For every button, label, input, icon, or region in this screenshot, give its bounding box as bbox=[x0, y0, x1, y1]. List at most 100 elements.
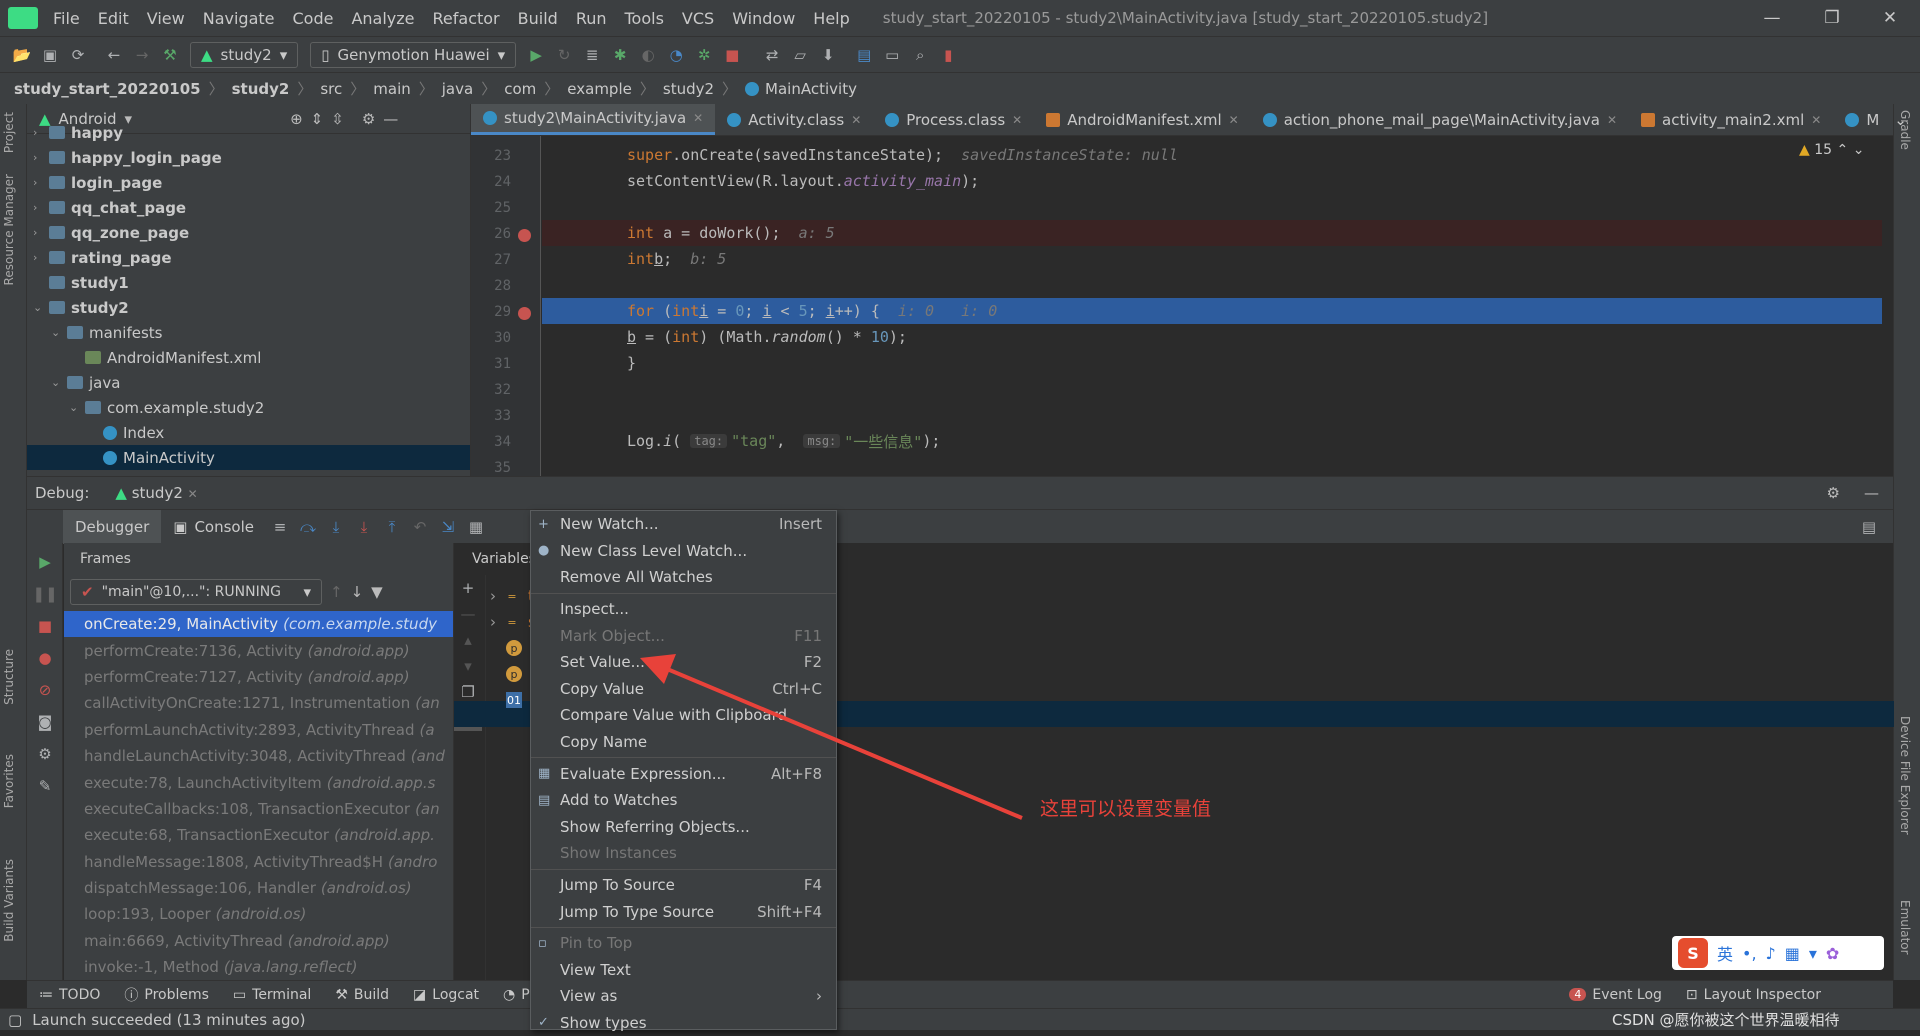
menu-item-inspect[interactable]: Inspect... bbox=[531, 596, 836, 623]
breakpoint-icon[interactable] bbox=[518, 229, 531, 242]
menu-run[interactable]: Run bbox=[567, 9, 616, 28]
stack-frame[interactable]: handleMessage:1808, ActivityThread$H (and… bbox=[64, 849, 453, 875]
chevron-right-icon[interactable]: › bbox=[33, 151, 49, 164]
list-icon[interactable]: ≡ bbox=[266, 514, 294, 540]
gear-icon[interactable]: ⚙ bbox=[362, 110, 375, 128]
tree-node[interactable]: › login_page bbox=[27, 170, 470, 195]
collapse-all-icon[interactable]: ⇳ bbox=[331, 110, 344, 128]
breadcrumb-item[interactable]: java bbox=[442, 80, 473, 98]
move-up-icon[interactable]: ▴ bbox=[454, 627, 482, 653]
chevron-down-icon[interactable]: ⌄ bbox=[1894, 111, 1907, 129]
breadcrumb-item[interactable]: study2 bbox=[663, 80, 714, 98]
chevron-down-icon[interactable]: ⌄ bbox=[51, 326, 67, 339]
breadcrumb-item[interactable]: example bbox=[567, 80, 632, 98]
search-icon[interactable]: ⌕ bbox=[906, 42, 934, 68]
ime-lang[interactable]: 英 bbox=[1717, 941, 1733, 965]
menu-item-remove-all-watches[interactable]: Remove All Watches bbox=[531, 564, 836, 591]
layout-icon[interactable]: ▤ bbox=[1855, 514, 1883, 540]
stack-frame[interactable]: performCreate:7136, Activity (android.app… bbox=[64, 637, 453, 663]
tree-node[interactable]: ⌄ manifests bbox=[27, 320, 470, 345]
tree-node[interactable]: MainActivity bbox=[27, 445, 470, 470]
tree-node[interactable]: study1 bbox=[27, 270, 470, 295]
move-down-icon[interactable]: ▾ bbox=[454, 653, 482, 679]
bottom-tab[interactable]: ▭ Terminal bbox=[221, 987, 323, 1003]
layout-inspector-tab[interactable]: ⊡ Layout Inspector bbox=[1674, 987, 1833, 1003]
save-icon[interactable]: ▣ bbox=[36, 42, 64, 68]
tree-node[interactable]: › rating_page bbox=[27, 245, 470, 270]
menu-item-view-text[interactable]: View Text bbox=[531, 957, 836, 984]
event-log-tab[interactable]: 4 Event Log bbox=[1557, 987, 1674, 1003]
tree-node[interactable]: › qq_zone_page bbox=[27, 220, 470, 245]
mute-breakpoints-icon[interactable]: ⊘ bbox=[31, 677, 59, 703]
breadcrumb-item[interactable]: study2 bbox=[232, 80, 290, 98]
sync-icon[interactable]: ⟳ bbox=[64, 42, 92, 68]
stack-frame[interactable]: dispatchMessage:106, Handler (android.os) bbox=[64, 875, 453, 901]
menu-item-show-referring-objects[interactable]: Show Referring Objects... bbox=[531, 814, 836, 841]
menu-item-jump-to-type-source[interactable]: Jump To Type Source Shift+F4 bbox=[531, 898, 836, 925]
thread-select[interactable]: ✔ "main"@10,...": RUNNING ▾ bbox=[70, 579, 322, 605]
bottom-tab[interactable]: ≔ TODO bbox=[27, 987, 112, 1003]
menu-item-set-value[interactable]: Set Value... F2 bbox=[531, 649, 836, 676]
chevron-down-icon[interactable]: ▾ bbox=[125, 110, 133, 128]
stack-frame[interactable]: loop:193, Looper (android.os) bbox=[64, 901, 453, 927]
chevron-right-icon[interactable]: › bbox=[33, 176, 49, 189]
open-folder-icon[interactable]: 📂 bbox=[8, 42, 36, 68]
close-icon[interactable]: ✕ bbox=[693, 111, 703, 125]
chevron-right-icon[interactable]: › bbox=[33, 226, 49, 239]
chevron-right-icon[interactable]: › bbox=[490, 587, 496, 605]
close-icon[interactable]: ✕ bbox=[1229, 113, 1239, 127]
gear-icon[interactable]: ⚙ bbox=[1827, 484, 1840, 502]
force-step-into-icon[interactable]: ⤓ bbox=[350, 514, 378, 540]
locate-icon[interactable]: ⊕ bbox=[290, 110, 303, 128]
restore-icon[interactable]: ❐ bbox=[1804, 0, 1860, 36]
menu-item-evaluate-expression[interactable]: ▦ Evaluate Expression... Alt+F8 bbox=[531, 760, 836, 787]
run-config-select[interactable]: ▲ study2 ▾ bbox=[190, 41, 299, 68]
bottom-tab[interactable]: ⓘ Problems bbox=[112, 985, 221, 1005]
chevron-right-icon[interactable]: › bbox=[33, 251, 49, 264]
step-into-icon[interactable]: ⤓ bbox=[322, 514, 350, 540]
stack-frame[interactable]: performLaunchActivity:2893, ActivityThre… bbox=[64, 717, 453, 743]
filter-icon[interactable]: ▼ bbox=[371, 583, 383, 601]
stack-frame[interactable]: performCreate:7127, Activity (android.app… bbox=[64, 664, 453, 690]
drop-frame-icon[interactable]: ↶ bbox=[406, 514, 434, 540]
microphone-icon[interactable]: ♪ bbox=[1766, 944, 1776, 963]
menu-item-compare-value-with-clipboard[interactable]: Compare Value with Clipboard bbox=[531, 702, 836, 729]
chevron-right-icon[interactable]: › bbox=[33, 201, 49, 214]
close-icon[interactable]: ✕ bbox=[1811, 113, 1821, 127]
hide-icon[interactable]: — bbox=[1864, 484, 1879, 502]
stack-frame[interactable]: handleLaunchActivity:3048, ActivityThrea… bbox=[64, 743, 453, 769]
favorites-tool-tab[interactable]: Favorites bbox=[2, 754, 16, 808]
close-icon[interactable]: ✕ bbox=[1607, 113, 1617, 127]
menu-item-new-watch[interactable]: + New Watch... Insert bbox=[531, 511, 836, 538]
sdk-manager-icon[interactable]: ⬇ bbox=[814, 42, 842, 68]
console-tab[interactable]: ▣ Console bbox=[161, 518, 266, 536]
arrow-down-icon[interactable]: ↓ bbox=[351, 583, 364, 601]
gear-icon[interactable]: ⚙ bbox=[31, 741, 59, 767]
close-icon[interactable]: ✕ bbox=[1012, 113, 1022, 127]
editor-tab[interactable]: Activity.class ✕ bbox=[715, 104, 873, 135]
debugger-tab[interactable]: Debugger bbox=[63, 509, 162, 544]
stop-icon[interactable]: ■ bbox=[31, 613, 59, 639]
arrow-up-icon[interactable]: ↑ bbox=[330, 583, 343, 601]
forward-icon[interactable]: → bbox=[128, 42, 156, 68]
breadcrumb-item[interactable]: main bbox=[373, 80, 410, 98]
build-variants-tool-tab[interactable]: Build Variants bbox=[2, 859, 16, 942]
tree-node[interactable]: ⌄ study2 bbox=[27, 295, 470, 320]
menu-view[interactable]: View bbox=[138, 9, 194, 28]
project-structure-icon[interactable]: ▤ bbox=[850, 42, 878, 68]
stack-frame[interactable]: invoke:-1, Method (java.lang.reflect) bbox=[64, 954, 453, 980]
menu-window[interactable]: Window bbox=[723, 9, 804, 28]
tree-node[interactable]: Index bbox=[27, 420, 470, 445]
breakpoint-icon[interactable] bbox=[518, 307, 531, 320]
structure-tool-tab[interactable]: Structure bbox=[2, 649, 16, 705]
menu-edit[interactable]: Edit bbox=[89, 9, 138, 28]
chevron-down-icon[interactable]: ⌄ bbox=[69, 401, 85, 414]
breadcrumb-item[interactable]: src bbox=[320, 80, 342, 98]
minimize-icon[interactable]: — bbox=[1744, 0, 1800, 36]
layout-icon[interactable]: ▭ bbox=[878, 42, 906, 68]
tree-node[interactable]: AndroidManifest.xml bbox=[27, 345, 470, 370]
expand-all-icon[interactable]: ⇕ bbox=[311, 110, 324, 128]
menu-analyze[interactable]: Analyze bbox=[342, 9, 423, 28]
menu-item-copy-value[interactable]: Copy Value Ctrl+C bbox=[531, 676, 836, 703]
menu-vcs[interactable]: VCS bbox=[673, 9, 723, 28]
